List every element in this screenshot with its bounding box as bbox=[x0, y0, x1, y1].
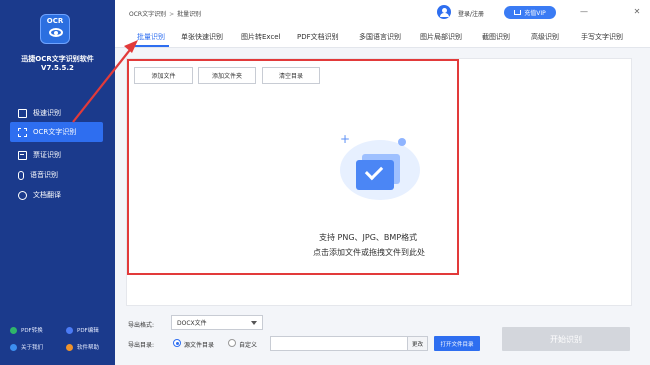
vip-label: 充值VIP bbox=[524, 10, 546, 17]
tab-advanced[interactable]: 高级识别 bbox=[531, 32, 559, 42]
sidebar: OCR 迅捷OCR文字识别软件 V7.5.5.2 极速识别 OCR文字识别 票证… bbox=[0, 0, 115, 365]
radio-custom-dir[interactable] bbox=[228, 339, 236, 347]
help-link[interactable]: 软件帮助 bbox=[66, 343, 99, 351]
sidebar-item-label: OCR文字识别 bbox=[33, 128, 77, 136]
drop-hint-text: 点击添加文件或拖拽文件到此处 bbox=[313, 248, 425, 257]
start-recognition-button[interactable]: 开始识别 bbox=[502, 327, 630, 351]
sidebar-item-label: 语音识别 bbox=[30, 171, 58, 179]
breadcrumb-separator: > bbox=[169, 11, 175, 18]
pdf-convert-link[interactable]: PDF转换 bbox=[10, 326, 43, 334]
card-icon bbox=[18, 150, 27, 160]
sidebar-item-fast-recognition[interactable]: 极速识别 bbox=[10, 103, 103, 123]
sidebar-item-ticket[interactable]: 票证识别 bbox=[10, 145, 103, 165]
export-format-label: 导出格式: bbox=[128, 322, 155, 329]
logo-text: OCR bbox=[46, 17, 64, 25]
about-link[interactable]: 关于我们 bbox=[10, 343, 43, 351]
clear-list-button[interactable]: 清空目录 bbox=[262, 67, 320, 84]
sidebar-item-label: 极速识别 bbox=[33, 109, 61, 117]
title-bar: OCR文字识别 > 批量识别 登录/注册 充值VIP — ✕ bbox=[115, 0, 650, 26]
radio-source-dir[interactable] bbox=[173, 339, 181, 347]
open-folder-button[interactable]: 打开文件目录 bbox=[434, 336, 480, 351]
vip-button[interactable]: 充值VIP bbox=[504, 6, 556, 19]
export-format-select[interactable]: DOCX文件 bbox=[171, 315, 263, 330]
plus-icon: + bbox=[340, 132, 351, 146]
user-icon[interactable] bbox=[437, 5, 451, 19]
scan-text-icon bbox=[18, 127, 27, 137]
supported-formats-text: 支持 PNG、JPG、BMP格式 bbox=[319, 233, 418, 242]
footer-label: PDF转换 bbox=[21, 328, 43, 334]
sidebar-item-voice[interactable]: 语音识别 bbox=[10, 165, 103, 185]
radio-custom-dir-label[interactable]: 自定义 bbox=[239, 340, 257, 349]
tab-single-fast[interactable]: 单张快速识别 bbox=[181, 32, 223, 42]
tab-image-to-excel[interactable]: 图片转Excel bbox=[241, 32, 281, 42]
sidebar-item-label: 票证识别 bbox=[33, 151, 61, 159]
pdf-convert-icon bbox=[10, 326, 17, 334]
add-file-button[interactable]: 添加文件 bbox=[134, 67, 193, 84]
app-version: V7.5.5.2 bbox=[41, 64, 74, 72]
help-icon bbox=[66, 343, 73, 351]
tab-handwriting[interactable]: 手写文字识别 bbox=[581, 32, 623, 42]
tab-screenshot[interactable]: 截图识别 bbox=[482, 32, 510, 42]
tab-bar: 批量识别 单张快速识别 图片转Excel PDF文档识别 多国语言识别 图片局部… bbox=[115, 26, 650, 48]
chevron-down-icon bbox=[251, 321, 257, 325]
tab-active-indicator bbox=[135, 45, 169, 47]
radio-source-dir-label[interactable]: 源文件目录 bbox=[184, 340, 214, 349]
about-icon bbox=[10, 343, 17, 351]
mic-icon bbox=[18, 170, 24, 180]
breadcrumb-current: 批量识别 bbox=[177, 11, 202, 18]
translate-icon bbox=[18, 190, 27, 200]
pdf-edit-icon bbox=[66, 326, 73, 334]
app-logo: OCR bbox=[40, 14, 70, 44]
footer-label: 软件帮助 bbox=[77, 345, 100, 351]
tab-batch[interactable]: 批量识别 bbox=[137, 32, 165, 42]
breadcrumb: OCR文字识别 > 批量识别 bbox=[129, 9, 201, 18]
upload-illustration[interactable]: + bbox=[340, 132, 420, 208]
change-dir-button[interactable]: 更改 bbox=[408, 336, 428, 351]
tab-multilang[interactable]: 多国语言识别 bbox=[359, 32, 401, 42]
app-name: 迅捷OCR文字识别软件 bbox=[21, 55, 94, 63]
output-path-field[interactable] bbox=[270, 336, 408, 351]
sidebar-item-label: 文档翻译 bbox=[33, 191, 61, 199]
footer-label: 关于我们 bbox=[21, 345, 44, 351]
close-button[interactable]: ✕ bbox=[633, 8, 641, 16]
add-folder-button[interactable]: 添加文件夹 bbox=[198, 67, 256, 84]
login-link[interactable]: 登录/注册 bbox=[458, 9, 484, 18]
export-format-value: DOCX文件 bbox=[177, 320, 207, 327]
sidebar-item-translate[interactable]: 文档翻译 bbox=[10, 185, 103, 205]
tab-partial-image[interactable]: 图片局部识别 bbox=[420, 32, 462, 42]
crown-icon bbox=[514, 10, 522, 15]
minimize-button[interactable]: — bbox=[580, 8, 588, 16]
footer-label: PDF编辑 bbox=[77, 328, 99, 334]
tab-pdf[interactable]: PDF文档识别 bbox=[297, 32, 339, 42]
export-dir-label: 导出目录: bbox=[128, 342, 155, 349]
pdf-edit-link[interactable]: PDF编辑 bbox=[66, 326, 99, 334]
breadcrumb-item[interactable]: OCR文字识别 bbox=[129, 11, 166, 18]
bolt-icon bbox=[18, 108, 27, 118]
sidebar-item-ocr[interactable]: OCR文字识别 bbox=[10, 122, 103, 142]
